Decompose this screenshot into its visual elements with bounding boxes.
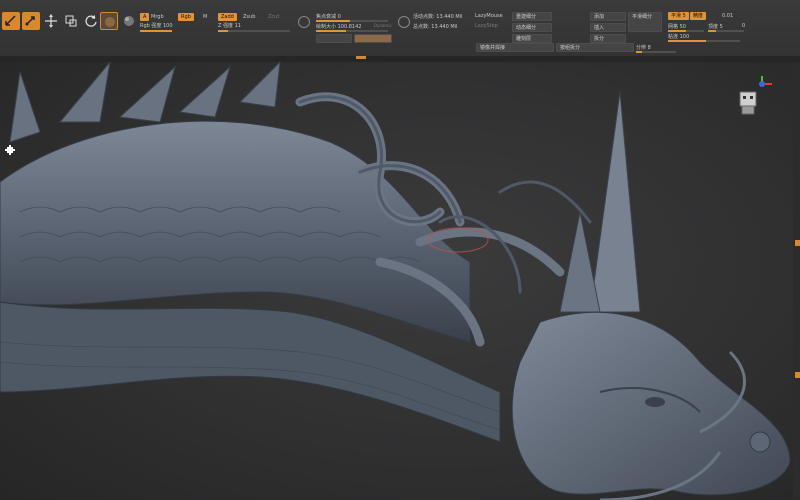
poly-badge[interactable]: 精度: [690, 12, 707, 20]
dynamic-toggle[interactable]: Dynamic: [374, 23, 392, 28]
m-toggle[interactable]: M: [203, 14, 207, 20]
add-button[interactable]: 添加: [590, 12, 626, 21]
focal-shift-slider[interactable]: [316, 20, 388, 22]
mrgb-badge[interactable]: A: [140, 13, 150, 21]
insert-button[interactable]: 插入: [590, 23, 626, 32]
sub-btn-b[interactable]: [354, 34, 392, 43]
value5-slider[interactable]: [708, 30, 744, 32]
lazy-mouse-icon[interactable]: [398, 16, 410, 28]
radius-slider[interactable]: [668, 40, 740, 42]
right-tray[interactable]: [793, 62, 800, 500]
smooth-badge[interactable]: 平滑 5: [668, 12, 689, 20]
z-intensity-slider[interactable]: [218, 30, 290, 32]
grid-label: 网格 50: [668, 24, 686, 30]
draw-size-slider[interactable]: [316, 30, 388, 32]
radius-label: 粘连 100: [668, 34, 690, 40]
scale-icon[interactable]: [62, 12, 80, 30]
mirror-weld-dropdown[interactable]: 镜像并焊接: [476, 43, 554, 52]
active-points-label: 活动点数: 13.440 Mil: [413, 14, 463, 20]
dragon-model: [0, 62, 791, 500]
z-intensity-label: Z 强度 11: [218, 23, 241, 29]
dynamic-sub-button[interactable]: 动态细分: [512, 23, 552, 32]
move-icon[interactable]: [42, 12, 60, 30]
focal-icon[interactable]: [298, 16, 310, 28]
mrgb-label[interactable]: Mrgb: [151, 14, 164, 20]
div-label: 分辨 8: [636, 45, 651, 51]
total-points-label: 总点数: 13.440 Mil: [413, 24, 458, 30]
zadd-badge[interactable]: Zadd: [218, 13, 237, 21]
lazystep-label: LazyStep: [475, 23, 498, 29]
lazymouse-toggle[interactable]: LazyMouse: [475, 13, 503, 19]
zsub-toggle[interactable]: Zsub: [243, 14, 255, 20]
tray-marker-1[interactable]: [795, 240, 800, 246]
zcut-toggle[interactable]: Zcut: [268, 14, 279, 20]
rgb-badge[interactable]: Rgb: [178, 13, 194, 21]
axis-gizmo-icon[interactable]: [732, 74, 778, 124]
sculpt-layer-button[interactable]: 雕刻层: [512, 34, 552, 43]
rgb-intensity-label: Rgb 强度 100: [140, 23, 173, 29]
strip-marker: [356, 56, 366, 59]
material-icon[interactable]: [100, 12, 118, 30]
draw-size-label: 绘制大小 100.8142: [316, 24, 362, 30]
div-slider[interactable]: [636, 51, 676, 53]
pivot-icon: [5, 145, 15, 155]
split-button[interactable]: 拆分: [590, 34, 626, 43]
rgb-intensity-slider[interactable]: [140, 30, 172, 32]
circle-value: 0: [742, 23, 746, 29]
rotate-icon[interactable]: [82, 12, 100, 30]
3d-viewport[interactable]: [0, 62, 800, 500]
smooth-sub-button[interactable]: 平滑细分: [628, 12, 662, 32]
draw-icon[interactable]: [22, 12, 40, 30]
value5-label: 顶度 5: [708, 24, 723, 30]
top-toolbar: A Mrgb Rgb 强度 100 Rgb M Zadd Zsub Zcut Z…: [0, 0, 800, 57]
focal-shift-label: 焦点衰减 0: [316, 14, 341, 20]
reconstruct-button[interactable]: 重建细分: [512, 12, 552, 21]
sub-btn-a[interactable]: [316, 34, 352, 43]
edit-brush-icon[interactable]: [2, 12, 20, 30]
group-split-dropdown[interactable]: 按组拆分: [556, 43, 634, 52]
view-cube-icon: [739, 91, 757, 115]
grid-slider[interactable]: [668, 30, 704, 32]
sphere-icon[interactable]: [120, 12, 138, 30]
precision-value: 0.01: [722, 13, 734, 19]
tray-marker-2[interactable]: [795, 372, 800, 378]
